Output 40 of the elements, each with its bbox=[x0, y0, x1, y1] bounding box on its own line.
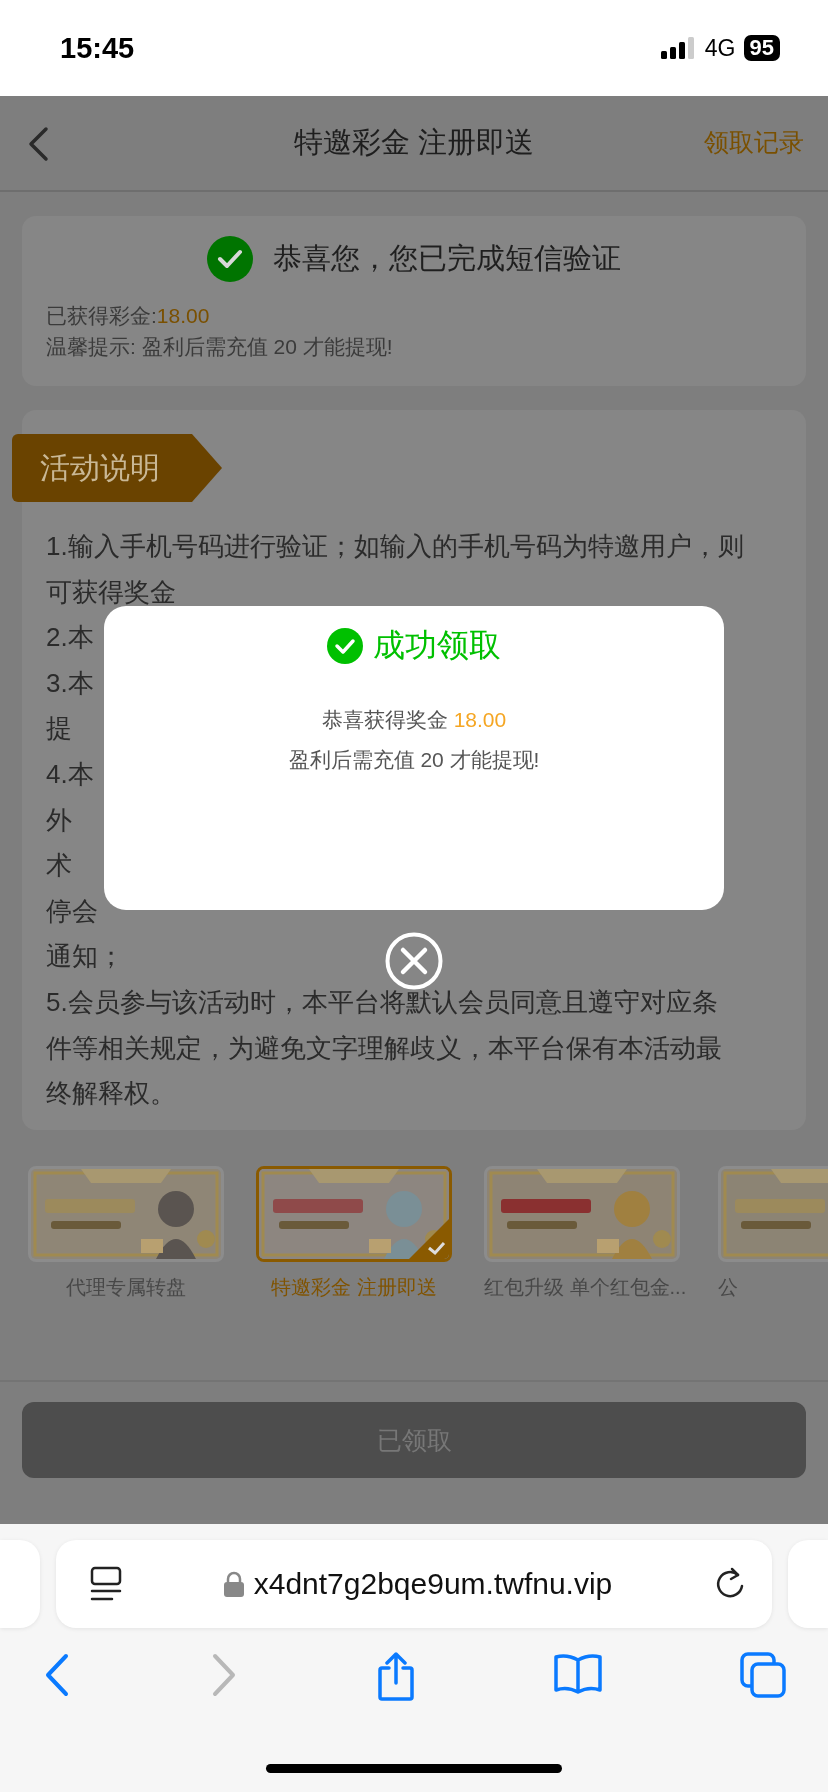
rule-text: 3.本 bbox=[46, 667, 94, 698]
rule-text: 件等相关规定，为避免文字理解歧义，本平台保有本活动最 bbox=[46, 1032, 722, 1063]
prize-label: 恭喜获得奖金 bbox=[321, 708, 448, 731]
back-icon[interactable] bbox=[26, 126, 50, 162]
rule-text: 1.输入手机号码进行验证；如输入的手机号码为特邀用户，则 bbox=[46, 531, 744, 561]
check-circle-icon bbox=[207, 236, 253, 282]
check-corner-icon bbox=[409, 1219, 449, 1259]
tabs-icon[interactable] bbox=[740, 1652, 786, 1698]
check-circle-icon bbox=[327, 628, 363, 664]
rule-text: 提 bbox=[46, 713, 72, 744]
lock-icon bbox=[223, 1571, 244, 1597]
rule-text: 通知； bbox=[46, 941, 124, 972]
close-icon[interactable] bbox=[385, 932, 443, 990]
rule-text: 2.本 bbox=[46, 622, 94, 653]
clock: 15:45 bbox=[60, 31, 135, 65]
dialog-note: 盈利后需充值 20 才能提现! bbox=[288, 747, 540, 773]
page-title: 特邀彩金 注册即送 bbox=[293, 125, 535, 160]
reader-icon[interactable] bbox=[90, 1566, 122, 1602]
address-field[interactable]: x4dnt7g2bqe9um.twfnu.vip bbox=[56, 1540, 772, 1628]
rule-text: 术 bbox=[46, 850, 72, 881]
bonus-label: 已获得彩金: bbox=[46, 304, 157, 327]
bonus-amount: 18.00 bbox=[156, 304, 210, 327]
rule-text: 外 bbox=[46, 804, 72, 835]
rule-text: 可获得奖金 bbox=[46, 576, 176, 607]
network-type: 4G bbox=[704, 34, 736, 62]
dialog-title: 成功领取 bbox=[373, 626, 501, 665]
prize-amount: 18.00 bbox=[453, 708, 507, 731]
rule-text: 停会 bbox=[46, 895, 98, 926]
records-link[interactable]: 领取记录 bbox=[704, 126, 804, 159]
rule-text: 终解释权。 bbox=[46, 1078, 176, 1109]
share-icon[interactable] bbox=[376, 1652, 416, 1702]
signal-icon bbox=[660, 37, 697, 59]
rule-text: 4.本 bbox=[46, 758, 94, 789]
promo-caption: 特邀彩金 注册即送 bbox=[271, 1275, 437, 1300]
battery-indicator: 95 bbox=[743, 35, 780, 61]
bookmarks-icon[interactable] bbox=[553, 1652, 603, 1694]
tip-text: 温馨提示: 盈利后需充值 20 才能提现! bbox=[46, 334, 394, 360]
section-ribbon: 活动说明 bbox=[12, 434, 222, 502]
success-message: 恭喜您，您已完成短信验证 bbox=[273, 241, 621, 276]
rule-text: 5.会员参与该活动时，本平台将默认会员同意且遵守对应条 bbox=[46, 986, 718, 1017]
